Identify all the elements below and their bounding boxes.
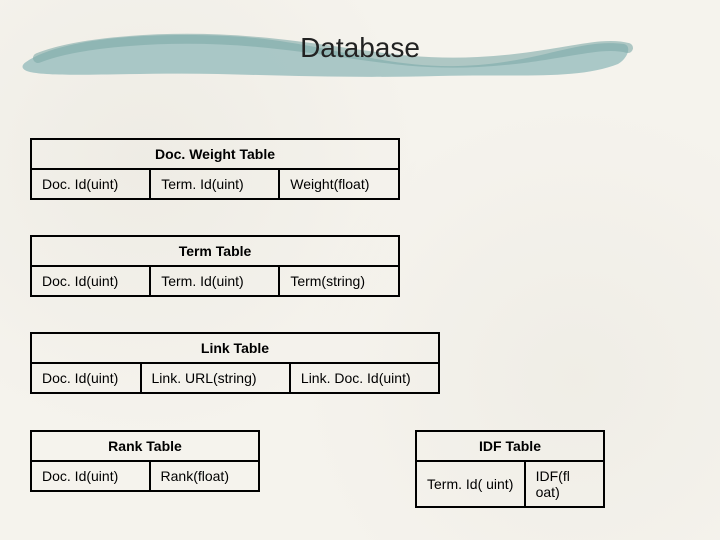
term-col-1: Term. Id(uint): [150, 266, 279, 296]
idf-table: IDF Table Term. Id( uint) IDF(fl oat): [415, 430, 605, 508]
term-col-2: Term(string): [279, 266, 399, 296]
link-col-1: Link. URL(string): [141, 363, 290, 393]
docweight-table: Doc. Weight Table Doc. Id(uint) Term. Id…: [30, 138, 400, 200]
rank-table: Rank Table Doc. Id(uint) Rank(float): [30, 430, 260, 492]
idf-col-0: Term. Id( uint): [416, 461, 525, 507]
term-table: Term Table Doc. Id(uint) Term. Id(uint) …: [30, 235, 400, 297]
docweight-col-2: Weight(float): [279, 169, 399, 199]
docweight-table-name: Doc. Weight Table: [31, 139, 399, 169]
idf-table-name: IDF Table: [416, 431, 604, 461]
link-col-2: Link. Doc. Id(uint): [290, 363, 439, 393]
term-col-0: Doc. Id(uint): [31, 266, 150, 296]
docweight-col-0: Doc. Id(uint): [31, 169, 150, 199]
rank-col-0: Doc. Id(uint): [31, 461, 150, 491]
link-table: Link Table Doc. Id(uint) Link. URL(strin…: [30, 332, 440, 394]
term-table-name: Term Table: [31, 236, 399, 266]
page-title: Database: [0, 32, 720, 64]
docweight-col-1: Term. Id(uint): [150, 169, 279, 199]
idf-col-1: IDF(fl oat): [525, 461, 604, 507]
rank-col-1: Rank(float): [150, 461, 259, 491]
link-table-name: Link Table: [31, 333, 439, 363]
link-col-0: Doc. Id(uint): [31, 363, 141, 393]
rank-table-name: Rank Table: [31, 431, 259, 461]
